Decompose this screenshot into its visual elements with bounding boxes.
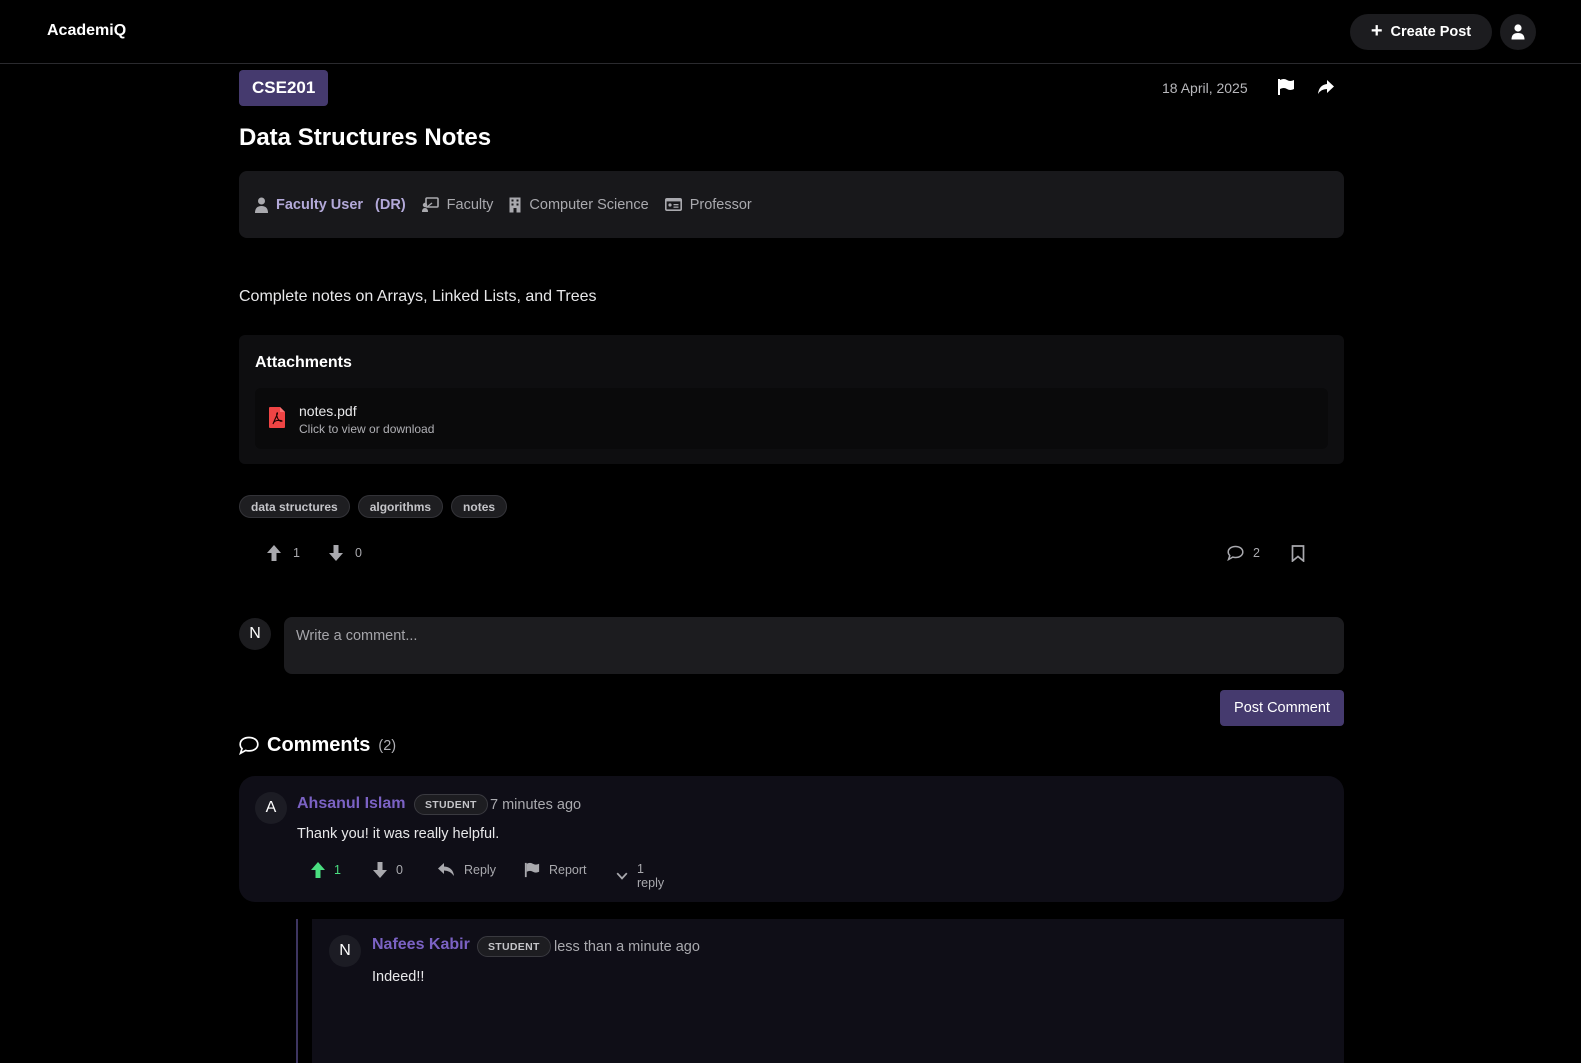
avatar: A [255,792,287,824]
bookmark-button[interactable] [1291,545,1305,562]
flag-icon [1278,79,1294,95]
brand-logo[interactable]: AcademiQ [47,22,126,40]
comment-item: A Ahsanul Islam STUDENT 7 minutes ago Th… [239,776,1344,902]
author-role: Faculty [421,196,494,213]
replies-toggle-label: 1 reply [637,862,665,890]
report-label: Report [549,863,587,877]
profile-button[interactable] [1500,14,1536,50]
attachments-panel: Attachments notes.pdf Click to view or d… [239,335,1344,464]
user-icon [1511,24,1525,40]
reply-author[interactable]: Nafees Kabir [372,936,470,954]
bookmark-icon [1291,545,1305,562]
comments-heading: Comments (2) [239,734,396,757]
thread-line [296,919,298,1063]
arrow-down-icon [329,545,343,561]
author-info-card: Faculty User (DR) Faculty Computer Scien… [239,171,1344,238]
reply-label: Reply [464,862,496,877]
tag-chip[interactable]: algorithms [357,495,444,518]
arrow-up-icon [267,545,281,561]
attachments-heading: Attachments [255,354,352,371]
comment-upvote-button[interactable]: 1 [311,862,341,878]
downvote-button[interactable]: 0 [329,545,362,561]
comments-count: 2 [1253,546,1260,560]
upvote-button[interactable]: 1 [267,545,300,561]
author-role-label: Faculty [446,196,494,213]
author-designation-label: Professor [689,196,752,213]
comment-time: 7 minutes ago [490,797,582,813]
share-post-button[interactable] [1317,78,1337,98]
post-actions-bar: 1 0 2 [267,545,1317,567]
plus-icon: + [1370,20,1383,42]
arrow-up-icon [311,862,325,878]
post-comment-button[interactable]: Post Comment [1220,690,1344,726]
comment-input[interactable] [284,617,1344,674]
comment-author[interactable]: Ahsanul Islam [297,795,405,813]
arrow-down-icon [373,862,387,878]
post-description: Complete notes on Arrays, Linked Lists, … [239,288,597,305]
comment-reply-button[interactable]: Reply [437,862,496,877]
share-icon [1318,80,1334,94]
comment-text: Thank you! it was really helpful. [297,826,500,842]
top-navbar: AcademiQ + Create Post [0,0,1581,64]
reply-time: less than a minute ago [554,939,700,955]
report-post-button[interactable] [1277,78,1297,98]
comment-downvote-button[interactable]: 0 [373,862,403,878]
reply-icon [438,863,454,876]
create-post-button[interactable]: + Create Post [1350,14,1492,50]
chevron-down-icon [616,872,628,880]
course-badge[interactable]: CSE201 [239,70,329,106]
reply-thread: N Nafees Kabir STUDENT less than a minut… [296,919,1344,1063]
comment-upvote-count: 1 [334,863,341,877]
comment-report-button[interactable]: Report [524,862,587,878]
comment-icon [239,736,259,755]
user-icon [255,197,268,213]
reply-item: N Nafees Kabir STUDENT less than a minut… [312,919,1344,1063]
id-card-icon [664,198,682,211]
comment-downvote-count: 0 [396,863,403,877]
teacher-icon [421,197,439,212]
flag-icon [524,862,540,878]
post-title: Data Structures Notes [239,124,492,151]
comments-count-button[interactable]: 2 [1227,545,1260,561]
post-date: 18 April, 2025 [1162,80,1248,96]
author-meta[interactable]: Faculty User (DR) [255,197,406,213]
role-badge: STUDENT [414,794,488,815]
downvote-count: 0 [355,546,362,560]
attachment-item[interactable]: notes.pdf Click to view or download [255,388,1328,449]
create-post-label: Create Post [1390,24,1472,40]
author-department-label: Computer Science [529,196,649,213]
toggle-replies-button[interactable]: 1 reply [616,862,667,890]
upvote-count: 1 [293,546,300,560]
current-user-avatar: N [239,618,271,650]
comments-total: (2) [378,737,397,754]
author-abbr: (DR) [375,196,406,213]
tag-chip[interactable]: data structures [239,495,350,518]
pdf-file-icon [269,407,285,428]
tag-list: data structures algorithms notes [239,495,508,518]
author-name: Faculty User [276,196,364,213]
attachment-filename: notes.pdf [299,403,357,419]
role-badge: STUDENT [477,936,551,957]
tag-chip[interactable]: notes [451,495,508,518]
comment-icon [1227,545,1244,561]
comments-title: Comments [267,734,371,756]
author-designation: Professor [664,196,752,213]
reply-text: Indeed!! [372,969,425,985]
avatar: N [329,935,361,967]
building-icon [509,197,521,213]
attachment-hint: Click to view or download [299,422,435,436]
author-department: Computer Science [509,196,649,213]
